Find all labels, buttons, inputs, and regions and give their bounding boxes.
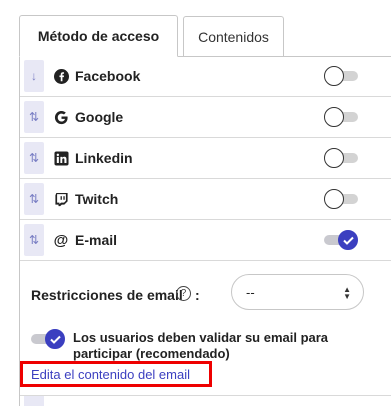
row-divider (20, 395, 391, 396)
restrictions-colon: : (195, 287, 200, 303)
drag-handle[interactable]: ⇅ (24, 224, 44, 256)
select-arrows-icon: ▲ ▼ (343, 285, 351, 301)
at-icon: @ (53, 231, 69, 249)
drag-handle[interactable] (24, 396, 44, 406)
provider-row-google: ⇅ Google (20, 97, 391, 138)
provider-label: Linkedin (75, 150, 133, 166)
validate-email-option: Los usuarios deben validar su email para… (20, 326, 391, 366)
email-restrictions: Restricciones de email ? : -- ▲ ▼ (20, 274, 391, 325)
provider-label: E-mail (75, 232, 118, 248)
validate-email-label: Los usuarios deben validar su email para… (73, 330, 329, 361)
twitch-icon (53, 191, 69, 207)
access-method-panel: ↓ Facebook ⇅ Google ⇅ Linkedin ⇅ Twitch … (19, 56, 391, 406)
drag-handle[interactable]: ⇅ (24, 183, 44, 215)
restrictions-select[interactable]: -- ▲ ▼ (231, 274, 364, 310)
provider-label: Twitch (75, 191, 119, 207)
linkedin-icon (53, 150, 69, 166)
edit-email-content-link[interactable]: Edita el contenido del email (20, 361, 212, 387)
provider-label: Google (75, 109, 124, 125)
linkedin-toggle[interactable] (324, 148, 358, 168)
google-icon (53, 109, 69, 125)
drag-handle[interactable]: ↓ (24, 60, 44, 92)
tab-contents[interactable]: Contenidos (183, 16, 284, 56)
facebook-toggle[interactable] (324, 66, 358, 86)
provider-label: Facebook (75, 68, 141, 84)
provider-row-email: ⇅ @ E-mail (20, 220, 391, 261)
tab-access-method[interactable]: Método de acceso (19, 15, 178, 57)
drag-handle[interactable]: ⇅ (24, 101, 44, 133)
validate-email-toggle[interactable] (31, 329, 65, 349)
facebook-icon (53, 68, 69, 84)
google-toggle[interactable] (324, 107, 358, 127)
drag-handle[interactable]: ⇅ (24, 142, 44, 174)
select-value: -- (246, 284, 255, 300)
provider-row-facebook: ↓ Facebook (20, 56, 391, 97)
restrictions-label: Restricciones de email (31, 287, 183, 303)
help-icon[interactable]: ? (176, 286, 191, 301)
provider-row-twitch: ⇅ Twitch (20, 179, 391, 220)
tab-bar: Método de acceso Contenidos (19, 15, 389, 57)
email-toggle[interactable] (324, 230, 358, 250)
twitch-toggle[interactable] (324, 189, 358, 209)
provider-row-linkedin: ⇅ Linkedin (20, 138, 391, 179)
